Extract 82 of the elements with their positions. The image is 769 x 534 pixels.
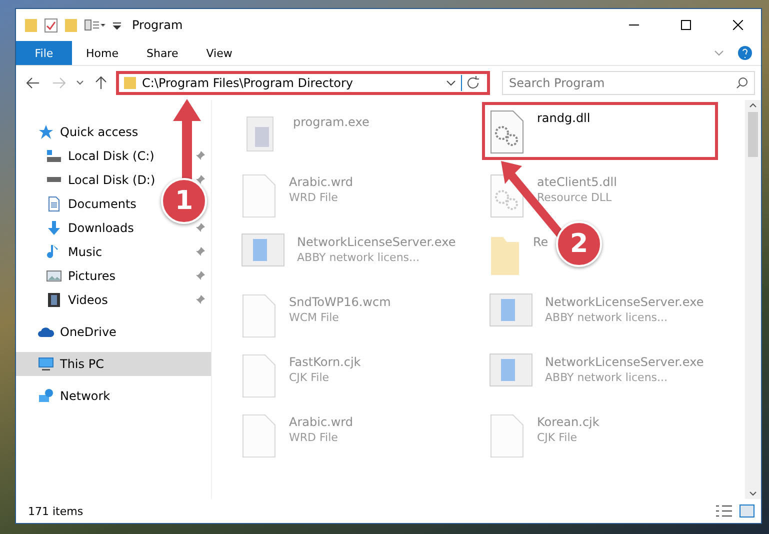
scrollbar[interactable] <box>745 100 761 499</box>
file-type: ABBY network licens... <box>545 371 669 384</box>
file-icon <box>241 353 277 399</box>
ribbon-tab[interactable]: File <box>16 41 72 65</box>
file-type: CJK File <box>537 431 578 444</box>
file-name: NetworkLicenseServer.exe <box>545 295 704 309</box>
drive-icon <box>46 148 62 164</box>
film-icon <box>46 292 62 308</box>
sidebar-item[interactable]: Documents <box>68 197 136 211</box>
document-icon <box>46 196 62 212</box>
download-icon <box>46 220 62 236</box>
gear-file-icon <box>489 109 525 155</box>
sidebar-item[interactable]: OneDrive <box>60 325 116 339</box>
window-icon <box>241 233 285 267</box>
file-icon <box>241 413 277 459</box>
maximize-icon <box>681 20 691 30</box>
file-type: WCM File <box>289 311 340 324</box>
back-arrow-icon <box>26 77 40 89</box>
file-type: Resource DLL <box>537 191 613 204</box>
checklist-icon[interactable] <box>44 17 58 33</box>
file-name: randg.dll <box>537 111 590 125</box>
address-field[interactable]: C:\Program Files\Program Directory <box>116 71 490 95</box>
file-icon <box>241 293 277 339</box>
file-type: WRD File <box>289 431 339 444</box>
pin-icon <box>195 151 205 161</box>
sidebar-item[interactable]: Local Disk (D:) <box>68 173 156 187</box>
pin-icon <box>195 295 205 305</box>
close-icon <box>733 20 743 30</box>
file-type: CJK File <box>289 371 330 384</box>
file-name: Re <box>533 235 548 249</box>
item-count: 171 items <box>28 504 84 518</box>
scrollbar-thumb[interactable] <box>748 112 758 157</box>
file-name: NetworkLicenseServer.exe <box>545 355 704 369</box>
large-icons-view-icon[interactable] <box>739 504 755 518</box>
window-icon <box>489 353 533 387</box>
search-icon <box>736 77 748 89</box>
file-type: WRD File <box>289 191 339 204</box>
highlighted-file[interactable]: randg.dll <box>482 102 718 160</box>
forward-arrow-icon <box>52 77 66 89</box>
ribbon-tab[interactable]: View <box>192 41 246 65</box>
sidebar-item[interactable]: Downloads <box>68 221 134 235</box>
file-type: ABBY network licens... <box>297 251 421 264</box>
drive-icon <box>46 177 62 183</box>
sidebar-item[interactable]: Pictures <box>68 269 116 283</box>
properties-icon[interactable] <box>84 17 106 33</box>
sidebar-item[interactable]: Network <box>60 389 110 403</box>
window-title: Program <box>132 18 184 32</box>
pin-icon <box>195 247 205 257</box>
chevron-down-icon[interactable] <box>446 79 456 87</box>
folder-icon <box>123 76 137 90</box>
monitor-icon <box>38 356 54 372</box>
step-number-badge: 2 <box>556 221 602 267</box>
file-name: Arabic.wrd <box>289 415 354 429</box>
file-name: Korean.cjk <box>537 415 600 429</box>
pin-icon <box>195 223 205 233</box>
chevron-down-icon <box>76 80 84 86</box>
window-icon <box>489 293 533 327</box>
ribbon-tab[interactable]: Share <box>132 41 192 65</box>
step-number-badge: 1 <box>161 178 207 224</box>
sidebar-item[interactable]: Quick access <box>60 125 138 139</box>
file-name: NetworkLicenseServer.exe <box>297 235 456 249</box>
details-view-icon[interactable] <box>715 504 733 518</box>
search-field[interactable]: Search Program <box>502 71 755 95</box>
file-name: Arabic.wrd <box>289 175 354 189</box>
pin-icon <box>195 271 205 281</box>
up-arrow-icon <box>95 76 107 90</box>
sidebar-item[interactable]: Videos <box>68 293 108 307</box>
pin-icon <box>195 175 205 185</box>
file-name: program.exe <box>293 115 370 129</box>
selected-sidebar-item[interactable]: This PC <box>16 352 211 376</box>
sidebar-item[interactable]: Local Disk (C:) <box>68 149 154 163</box>
picture-icon <box>46 268 62 284</box>
star-icon <box>38 124 54 140</box>
sidebar-item[interactable]: Music <box>68 245 102 259</box>
file-name: SndToWP16.wcm <box>289 295 391 309</box>
file-name: ateClient5.dll <box>537 175 617 189</box>
file-name: FastKorn.cjk <box>289 355 361 369</box>
file-icon <box>241 173 277 219</box>
file-type: ABBY network licens... <box>545 311 669 324</box>
file-icon <box>489 413 525 459</box>
ribbon-tab[interactable]: Home <box>72 41 132 65</box>
network-icon <box>38 388 54 404</box>
